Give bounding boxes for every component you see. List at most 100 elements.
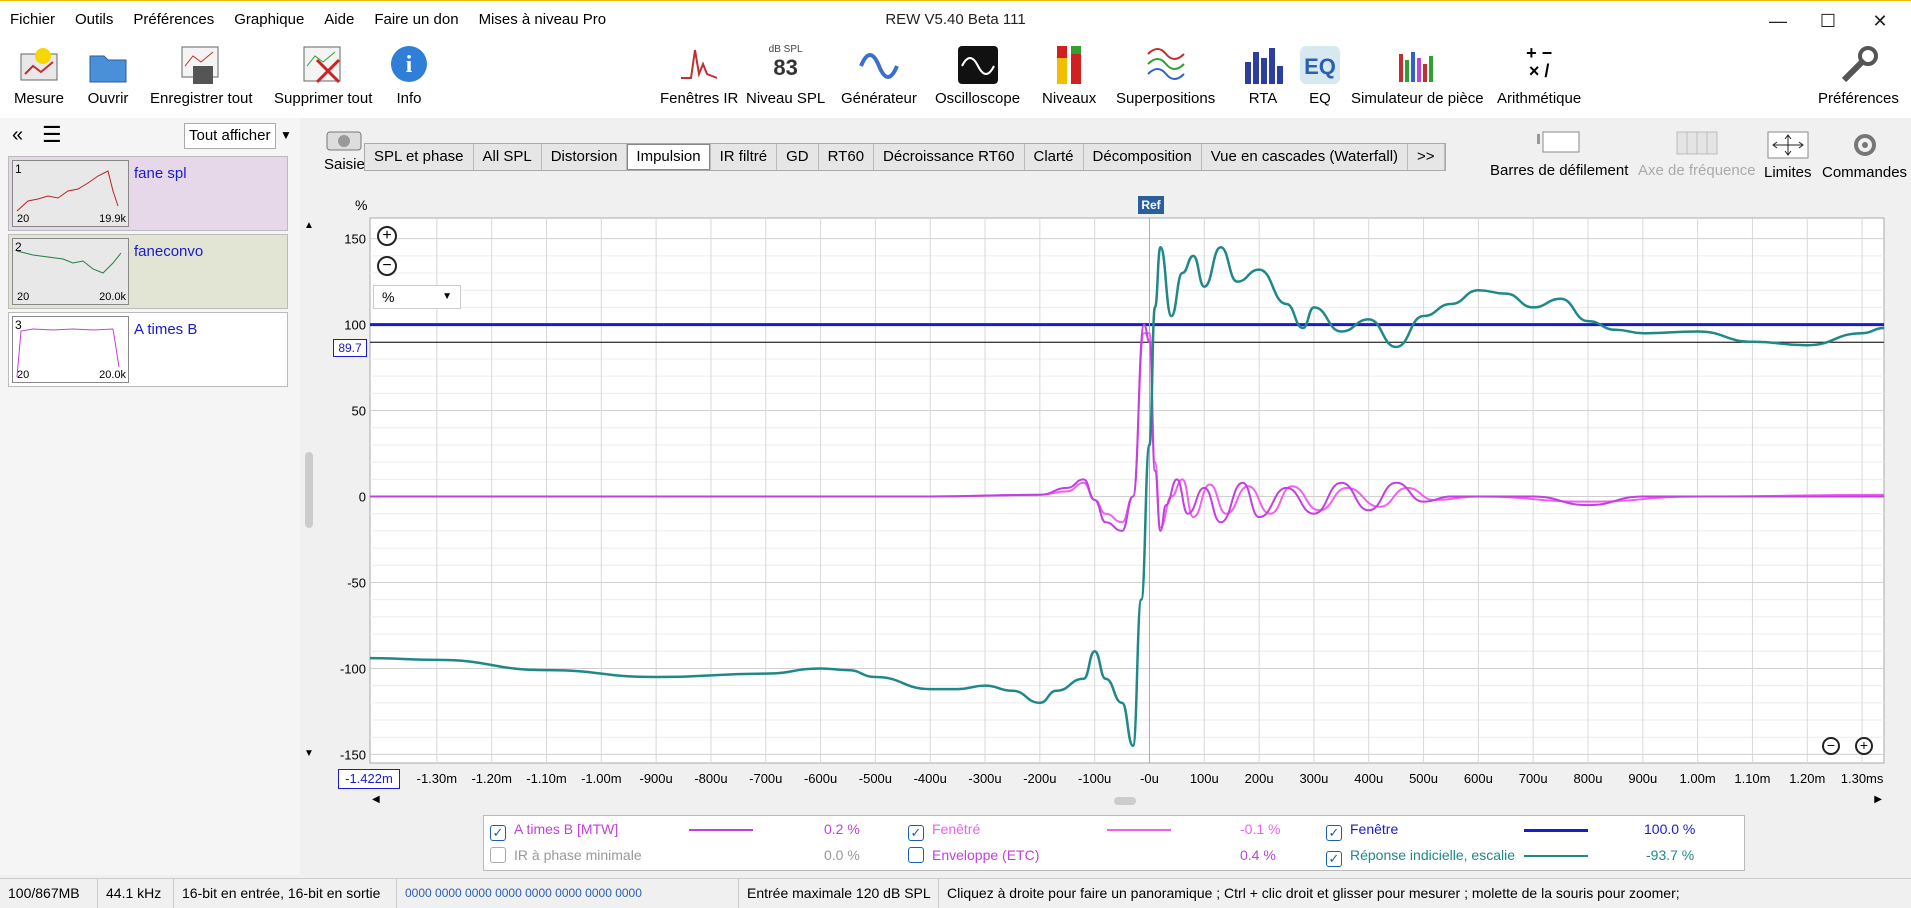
enregistrer-tout-button[interactable]: Enregistrer tout (150, 44, 253, 107)
camera-icon (326, 131, 362, 151)
tab-rt60[interactable]: RT60 (819, 144, 875, 170)
scrollbar-thumb[interactable] (1114, 797, 1136, 805)
info-icon: i (387, 44, 431, 86)
legend-swatch (1107, 829, 1171, 831)
superpositions-button[interactable]: Superpositions (1116, 44, 1215, 107)
zoom-in-x-icon[interactable]: + (1855, 737, 1873, 755)
delete-all-icon (301, 44, 345, 86)
legend-reponse[interactable]: ✓ Réponse indicielle, escalie (1326, 847, 1516, 867)
legend-value: -93.7 % (1646, 847, 1695, 863)
graph-area: Saisie SPL et phase All SPL Distorsion I… (316, 118, 1911, 875)
supprimer-tout-button[interactable]: Supprimer tout (274, 44, 372, 107)
rta-button[interactable]: RTA (1241, 44, 1285, 107)
unit-select[interactable]: % ▼ (373, 285, 461, 309)
niveau-spl-button[interactable]: dB SPL 83 Niveau SPL (746, 44, 825, 107)
legend-panel: ✓ A times B [MTW] 0.2 % ✓ Fenêtré -0.1 % ✓… (483, 815, 1745, 871)
tab-all-spl[interactable]: All SPL (474, 144, 542, 170)
info-button[interactable]: i Info (387, 44, 431, 107)
panel-header: « ☰ Tout afficher ▼ (0, 118, 300, 154)
preferences-button[interactable]: Préférences (1818, 44, 1899, 107)
capture-button[interactable]: Saisie (324, 128, 365, 173)
legend-a-times-b[interactable]: ✓ A times B [MTW] (490, 821, 618, 841)
show-all-select[interactable]: Tout afficher (184, 123, 276, 149)
scroll-left-icon[interactable]: ◀ (372, 794, 380, 805)
measurement-item[interactable]: 1 20 19.9k fane spl (8, 156, 288, 231)
checkbox-checked-icon[interactable]: ✓ (908, 825, 924, 841)
legend-swatch (1524, 855, 1588, 857)
tab-decroissance-rt60[interactable]: Décroissance RT60 (874, 144, 1025, 170)
measurement-name: fane spl (134, 165, 187, 182)
minimize-button[interactable]: — (1758, 7, 1798, 35)
generateur-button[interactable]: Générateur (841, 44, 917, 107)
checkbox-unchecked-icon[interactable] (490, 847, 506, 863)
tab-clarte[interactable]: Clarté (1025, 144, 1084, 170)
measure-icon (17, 44, 61, 86)
fenetres-ir-button[interactable]: Fenêtres IR (660, 44, 738, 107)
save-all-icon (179, 44, 223, 86)
memory-status: 100/867MB (0, 879, 98, 908)
legend-ir-min[interactable]: IR à phase minimale (490, 847, 642, 863)
gear-icon (1853, 134, 1876, 156)
ir-windows-icon (677, 44, 721, 86)
checkbox-unchecked-icon[interactable] (908, 847, 924, 863)
panel-scrollbar[interactable]: ▲ ▼ (302, 220, 316, 760)
ouvrir-button[interactable]: Ouvrir (86, 44, 130, 107)
zoom-out-x-icon[interactable]: − (1822, 737, 1840, 755)
levels-icon (1047, 44, 1091, 86)
x-start-label: -1.422m (338, 769, 400, 789)
tab-impulsion[interactable]: Impulsion (627, 144, 711, 170)
mesure-button[interactable]: Mesure (14, 44, 64, 107)
spl-meter-icon: dB SPL 83 (768, 44, 803, 80)
checkbox-checked-icon[interactable]: ✓ (1326, 851, 1342, 867)
close-button[interactable]: ✕ (1860, 7, 1900, 35)
folder-icon (86, 44, 130, 86)
measurement-thumbnail: 3 20 20.0k (12, 316, 129, 383)
ref-marker[interactable]: Ref (1138, 196, 1164, 214)
scroll-up-icon[interactable]: ▲ (304, 220, 314, 231)
scrollbar-thumb[interactable] (305, 452, 313, 528)
limits-button[interactable]: Limites (1764, 130, 1812, 181)
tab-decomposition[interactable]: Décomposition (1084, 144, 1202, 170)
toolbar: Mesure Ouvrir Enregistrer tout Supprimer… (0, 40, 1911, 118)
svg-text:i: i (406, 52, 413, 78)
max-input: Entrée maximale 120 dB SPL (739, 879, 939, 908)
window-title: REW V5.40 Beta 111 (885, 11, 1026, 28)
tab-distorsion[interactable]: Distorsion (542, 144, 628, 170)
zoom-out-y-icon[interactable]: − (377, 256, 397, 276)
niveaux-button[interactable]: Niveaux (1042, 44, 1096, 107)
scroll-down-icon[interactable]: ▼ (304, 748, 314, 759)
simulateur-de-piece-button[interactable]: Simulateur de pièce (1351, 44, 1484, 107)
zoom-in-y-icon[interactable]: + (377, 226, 397, 246)
commands-button[interactable]: Commandes (1822, 130, 1907, 181)
measurement-item[interactable]: 3 20 20.0k A times B (8, 312, 288, 387)
legend-fenetre-d[interactable]: ✓ Fenêtré (908, 821, 980, 841)
freq-axis-toggle[interactable]: Axe de fréquence (1638, 130, 1756, 179)
measurement-item[interactable]: 2 20 20.0k faneconvo (8, 234, 288, 309)
legend-value: 0.2 % (824, 821, 860, 837)
tab-ir-filtre[interactable]: IR filtré (711, 144, 778, 170)
checkbox-checked-icon[interactable]: ✓ (490, 825, 506, 841)
collapse-icon[interactable]: « (12, 124, 23, 147)
chevron-down-icon: ▼ (442, 291, 452, 302)
checkbox-checked-icon[interactable]: ✓ (1326, 825, 1342, 841)
measurement-name: faneconvo (134, 243, 204, 260)
tab-waterfall[interactable]: Vue en cascades (Waterfall) (1202, 144, 1409, 170)
legend-fenetre[interactable]: ✓ Fenêtre (1326, 821, 1398, 841)
horizontal-scrollbar[interactable]: ◀ ▶ (370, 794, 1884, 808)
tab-gd[interactable]: GD (777, 144, 819, 170)
freq-axis-icon (1676, 131, 1718, 155)
oscilloscope-button[interactable]: Oscilloscope (935, 44, 1020, 107)
legend-enveloppe[interactable]: Enveloppe (ETC) (908, 847, 1039, 863)
scrollbars-toggle[interactable]: Barres de défilement (1490, 130, 1628, 179)
scroll-right-icon[interactable]: ▶ (1874, 794, 1882, 805)
menu-icon[interactable]: ☰ (42, 122, 62, 148)
eq-button[interactable]: EQ EQ (1298, 44, 1342, 107)
tab-more[interactable]: >> (1408, 144, 1445, 170)
arithmetique-button[interactable]: + − × / Arithmétique (1497, 44, 1581, 107)
legend-swatch (689, 829, 753, 831)
measurement-thumbnail: 1 20 19.9k (12, 160, 129, 227)
tab-spl-et-phase[interactable]: SPL et phase (365, 144, 474, 170)
chevron-down-icon[interactable]: ▼ (280, 128, 292, 142)
legend-value: 100.0 % (1644, 821, 1696, 837)
maximize-button[interactable]: ☐ (1808, 7, 1848, 35)
